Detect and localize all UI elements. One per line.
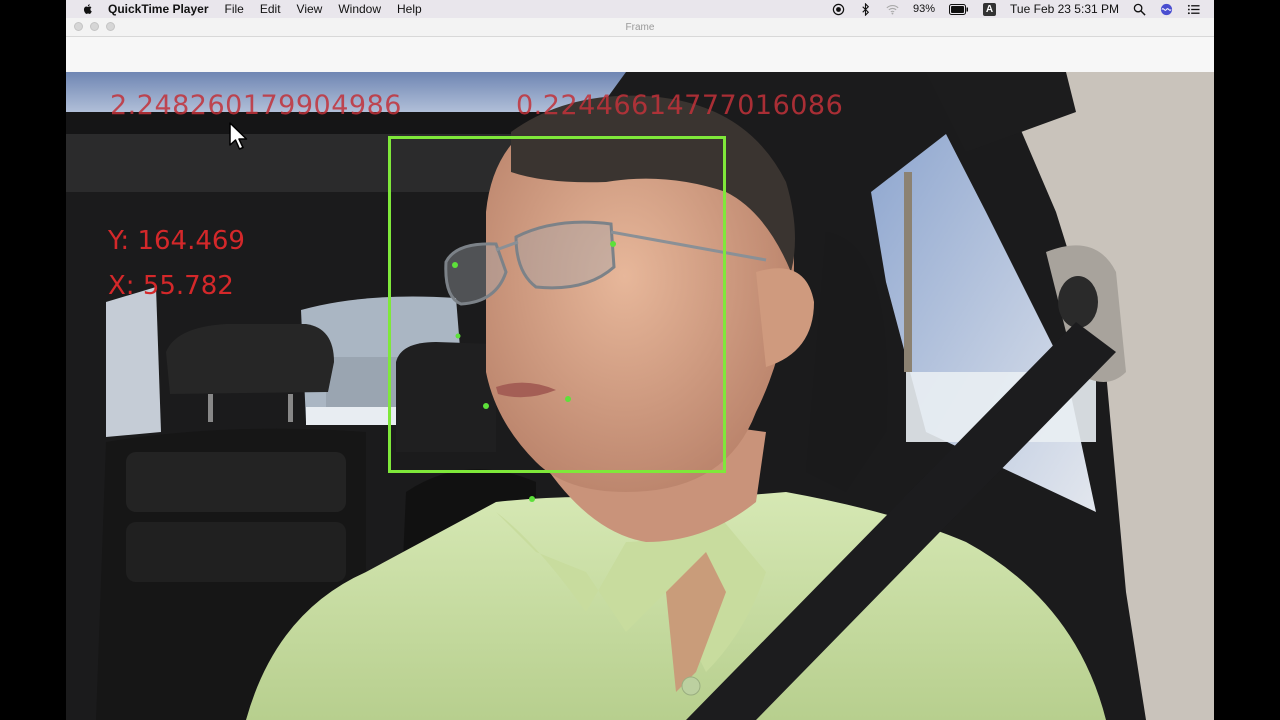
x-coordinate-readout: X: 55.782 [108, 271, 234, 301]
landmark-point [483, 403, 489, 409]
frame-window: Frame 2.248260179904986 0.22446614777016… [66, 18, 1214, 720]
window-titlebar[interactable]: Frame [66, 18, 1214, 37]
notification-center-icon[interactable] [1187, 3, 1200, 16]
head-pose-value-left: 2.248260179904986 [110, 90, 402, 121]
menu-bar: QuickTime Player File Edit View Window H… [66, 0, 1214, 18]
window-controls [74, 22, 115, 31]
menu-help[interactable]: Help [397, 2, 422, 16]
menu-window[interactable]: Window [338, 2, 381, 16]
battery-percent[interactable]: 93% [913, 3, 935, 15]
clock[interactable]: Tue Feb 23 5:31 PM [1010, 2, 1119, 16]
mouse-pointer-icon [229, 122, 248, 150]
wifi-icon[interactable] [886, 3, 899, 16]
camera-scene [66, 72, 1214, 720]
landmark-point [610, 241, 616, 247]
menu-view[interactable]: View [297, 2, 323, 16]
minimize-button[interactable] [90, 22, 99, 31]
video-frame: 2.248260179904986 0.22446614777016086 Y:… [66, 72, 1214, 720]
screen-record-icon[interactable] [832, 3, 845, 16]
landmark-point [455, 333, 461, 339]
zoom-button[interactable] [106, 22, 115, 31]
input-source-icon[interactable]: A [983, 2, 997, 16]
close-button[interactable] [74, 22, 83, 31]
apple-menu-icon[interactable] [80, 3, 96, 15]
menu-edit[interactable]: Edit [260, 2, 281, 16]
siri-icon[interactable] [1160, 3, 1173, 16]
app-name-menu[interactable]: QuickTime Player [108, 2, 209, 16]
head-pose-value-right: 0.22446614777016086 [516, 90, 844, 121]
window-title: Frame [625, 21, 655, 33]
menu-file[interactable]: File [225, 2, 244, 16]
spotlight-search-icon[interactable] [1133, 3, 1146, 16]
landmark-point [529, 496, 535, 502]
battery-icon[interactable] [949, 3, 969, 15]
landmark-point [452, 262, 458, 268]
y-coordinate-readout: Y: 164.469 [108, 226, 245, 256]
landmark-point [565, 396, 571, 402]
bluetooth-icon[interactable] [859, 2, 872, 16]
status-area: 93% A Tue Feb 23 5:31 PM [832, 2, 1214, 16]
window-toolbar [66, 37, 1214, 72]
